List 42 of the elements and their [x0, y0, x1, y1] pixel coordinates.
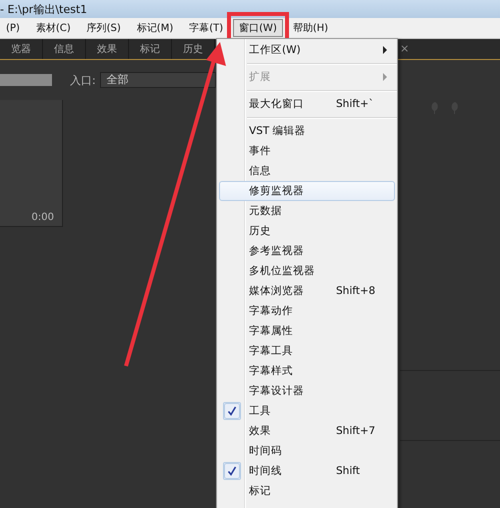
- menu-item[interactable]: 工具: [219, 401, 395, 421]
- menu-bar-item[interactable]: 字幕(T): [183, 19, 230, 37]
- close-button[interactable]: ×: [400, 42, 410, 55]
- menu-item[interactable]: 历史: [219, 221, 395, 241]
- menu-item[interactable]: VST 编辑器: [219, 121, 395, 141]
- check-icon: [223, 462, 241, 480]
- menu-item[interactable]: 信息: [219, 161, 395, 181]
- menu-item[interactable]: 媒体浏览器 Shift+8: [219, 281, 395, 301]
- menu-item[interactable]: 时间线 Shift: [219, 461, 395, 481]
- menu-item[interactable]: 时间码: [219, 441, 395, 461]
- menu-item[interactable]: 字幕样式: [219, 361, 395, 381]
- menu-item[interactable]: 修剪监视器: [219, 181, 395, 201]
- panel-tab[interactable]: 览器: [0, 39, 43, 59]
- menu-item[interactable]: 字幕属性: [219, 321, 395, 341]
- menu-item[interactable]: 多机位监视器: [219, 261, 395, 281]
- menu-bar-item[interactable]: 素材(C): [30, 19, 77, 37]
- menu-bar-item[interactable]: 窗口(W): [233, 19, 283, 37]
- timecode: 0:00: [32, 212, 55, 225]
- menu-item[interactable]: 效果 Shift+7: [219, 421, 395, 441]
- panel-tab[interactable]: 信息: [43, 39, 86, 59]
- menu-bar-item[interactable]: 序列(S): [80, 19, 127, 37]
- panel-tab[interactable]: 效果: [86, 39, 129, 59]
- submenu-arrow-icon: [380, 73, 390, 81]
- panel-tab[interactable]: 标记: [129, 39, 172, 59]
- in-point-label: 入口:: [70, 72, 96, 88]
- menu-item[interactable]: 字幕工具: [219, 341, 395, 361]
- menu-bar-item[interactable]: (P): [0, 20, 26, 36]
- menu-item[interactable]: 元数据: [219, 201, 395, 221]
- menu-item[interactable]: 参考监视器: [219, 241, 395, 261]
- menu-bar-item[interactable]: 帮助(H): [286, 19, 334, 37]
- in-point-dropdown[interactable]: 全部: [100, 72, 216, 88]
- check-icon: [223, 402, 241, 420]
- window-title: - E:\pr输出\test1: [0, 2, 88, 16]
- submenu-arrow-icon: [380, 46, 390, 54]
- menu-bar-item[interactable]: 标记(M): [130, 19, 180, 37]
- menu-item[interactable]: 字幕设计器: [219, 381, 395, 401]
- menu-item[interactable]: 工作区(W): [219, 40, 395, 60]
- input-field[interactable]: [0, 74, 52, 86]
- menu-item[interactable]: 标记: [219, 481, 395, 501]
- menu-item[interactable]: 事件: [219, 141, 395, 161]
- menu-item[interactable]: 最大化窗口 Shift+`: [219, 94, 395, 114]
- menu-item[interactable]: 字幕动作: [219, 301, 395, 321]
